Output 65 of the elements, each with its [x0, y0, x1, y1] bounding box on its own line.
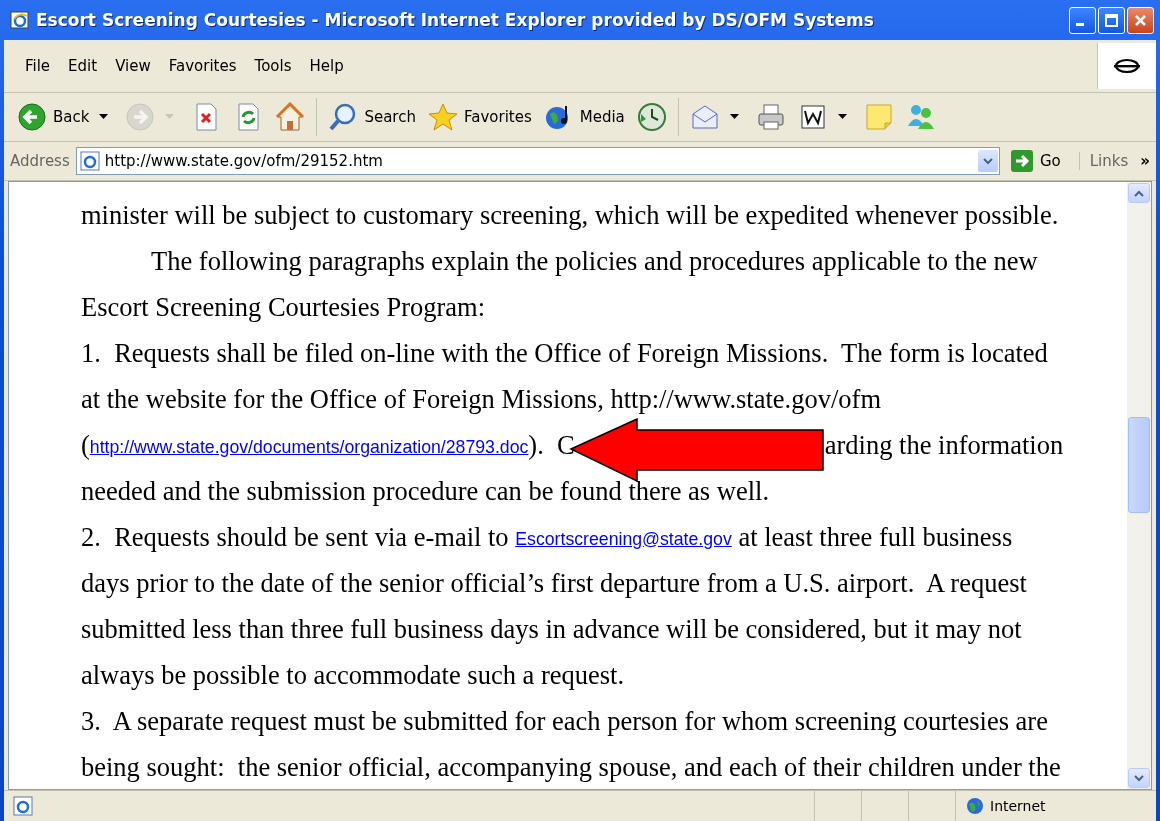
caret-icon [837, 114, 848, 120]
menu-item[interactable]: View [106, 53, 160, 79]
chevron-down-icon [982, 157, 993, 165]
arrow-right-icon [1009, 149, 1034, 173]
body-text: at least three full business [737, 521, 1013, 554]
star-icon [427, 102, 458, 132]
go-button[interactable]: Go [1005, 147, 1065, 175]
chevron-up-icon [1134, 189, 1144, 197]
body-text: being sought: the senior official, accompanying spouse, and each of their children under the [81, 751, 1062, 784]
link[interactable]: http://www.state.gov/documents/organization/28793.doc [89, 436, 529, 458]
body-text: submitted less than three full business days in advance will be considered, but it may not [81, 613, 1023, 646]
maximize-button[interactable] [1098, 6, 1125, 34]
body-text: arding the information [824, 429, 1064, 462]
note-icon [863, 102, 894, 132]
toolbar-button[interactable]: Media [538, 99, 630, 135]
more-button[interactable]: » [1140, 152, 1150, 170]
scroll-thumb[interactable] [1128, 417, 1150, 514]
chevron-down-icon [1134, 774, 1144, 782]
app-icon [10, 10, 30, 30]
toolbar-button[interactable]: Search [323, 99, 421, 135]
close-button[interactable] [1127, 6, 1154, 34]
body-text: minister will be subject to customary screening, which will be expedited whenever possible. [81, 199, 1060, 232]
address-label: Address [10, 152, 70, 170]
window-title: Escort Screening Courtesies - Microsoft Internet Explorer provided by DS/OFM Systems [36, 10, 875, 30]
minimize-button[interactable] [1069, 6, 1096, 34]
scroll-up-button[interactable] [1128, 183, 1150, 203]
dropdown-button[interactable] [977, 150, 998, 172]
body-text: 2. Requests should be sent via e-mail to [81, 521, 510, 554]
caret-icon [99, 114, 110, 120]
clock-icon [636, 102, 667, 132]
toolbar-button[interactable]: Favorites [422, 99, 537, 135]
close-icon [1133, 12, 1148, 28]
link[interactable]: Escortscreening@state.gov [515, 528, 732, 550]
body-text: 1. Requests shall be filed on-line with the Office of Foreign Missions. The form is located [81, 337, 1049, 370]
page-icon [79, 151, 100, 171]
links-button[interactable]: Links [1078, 152, 1129, 170]
menu-item[interactable]: File [16, 53, 60, 79]
body-text: days prior to the date of the senior official’s first departure from a U.S. airport. A request [81, 567, 1028, 600]
printer-icon [755, 102, 786, 132]
scroll-down-button[interactable] [1128, 768, 1150, 788]
zone-label: Internet [990, 798, 1046, 814]
body-text: ( [81, 429, 90, 462]
people-icon [905, 102, 936, 132]
body-text: The following paragraphs explain the policies and procedures applicable to the new [150, 245, 1039, 278]
toolbar-button[interactable]: Back [12, 99, 119, 135]
body-text: ). C [528, 429, 575, 462]
minimize-icon [1075, 22, 1084, 26]
menu-item[interactable]: Favorites [159, 53, 246, 79]
caret-icon [729, 114, 740, 120]
body-text: Escort Screening Courtesies Program: [81, 291, 487, 324]
globe-icon [966, 797, 984, 815]
address-field[interactable]: http://www.state.gov/ofm/29152.htm [75, 147, 1000, 175]
body-text: always be possible to accommodate such a request. [81, 659, 626, 692]
body-text: at the website for the Office of Foreign Missions, http://www.state.gov/ofm [81, 383, 883, 416]
menu-item[interactable]: Help [300, 53, 353, 79]
page-icon [12, 795, 34, 817]
scrollbar[interactable] [1127, 182, 1151, 789]
throbber-icon [1114, 57, 1140, 75]
maximize-icon [1104, 12, 1119, 28]
home-icon [275, 102, 306, 132]
menu-item[interactable]: Tools [245, 53, 301, 79]
menu-item[interactable]: Edit [59, 53, 107, 79]
body-text: 3. A separate request must be submitted for each person for whom screening courtesies are [81, 705, 1049, 738]
caret-icon [165, 114, 176, 120]
body-text: needed and the submission procedure can be found there as well. [81, 475, 771, 508]
